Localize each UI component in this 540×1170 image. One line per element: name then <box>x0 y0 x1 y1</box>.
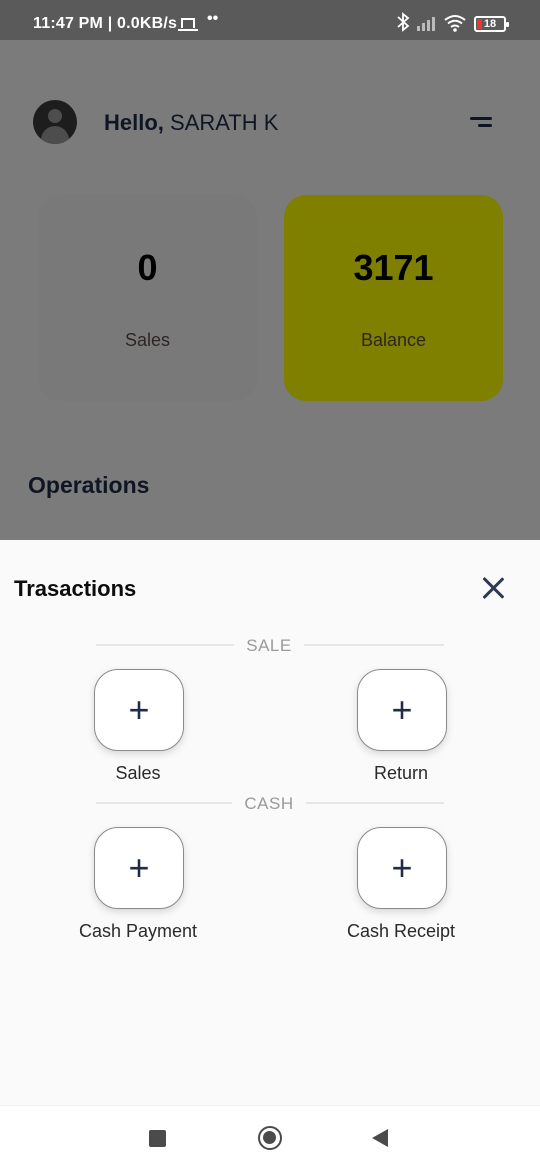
signal-icon <box>417 17 435 31</box>
plus-icon: + <box>391 689 413 730</box>
cash-payment-label: Cash Payment <box>78 921 198 941</box>
sale-divider-left <box>96 644 234 646</box>
sale-section-label: SALE <box>246 636 292 655</box>
battery-icon: 18 <box>474 16 509 32</box>
sales-button[interactable]: + <box>94 669 184 751</box>
modal-overlay[interactable] <box>0 40 540 540</box>
cash-receipt-label: Cash Receipt <box>346 921 456 941</box>
cash-divider-right <box>306 802 444 804</box>
laptop-icon <box>178 18 198 31</box>
plus-icon: + <box>391 847 413 888</box>
plus-icon: + <box>128 847 150 888</box>
cash-divider-left <box>96 802 232 804</box>
recents-icon[interactable] <box>149 1130 166 1147</box>
sheet-title: Trasactions <box>14 576 137 601</box>
cash-receipt-button[interactable]: + <box>357 827 447 909</box>
back-icon[interactable] <box>372 1129 388 1147</box>
cash-section-label: CASH <box>244 794 294 813</box>
return-button[interactable]: + <box>357 669 447 751</box>
notification-dots: •• <box>207 10 219 27</box>
plus-icon: + <box>128 689 150 730</box>
sales-button-label: Sales <box>115 763 161 783</box>
sale-divider-right <box>304 644 444 646</box>
navigation-bar <box>0 1105 540 1170</box>
status-bar: 11:47 PM | 0.0KB/s •• 18 <box>0 0 540 40</box>
close-icon[interactable] <box>480 575 506 601</box>
wifi-icon <box>444 15 466 32</box>
battery-level: 18 <box>483 18 497 30</box>
return-button-label: Return <box>373 763 429 783</box>
bluetooth-icon <box>397 12 410 32</box>
status-time: 11:47 PM | 0.0KB/s <box>33 15 178 32</box>
cash-payment-button[interactable]: + <box>94 827 184 909</box>
home-icon[interactable] <box>258 1126 282 1150</box>
transactions-sheet: Trasactions SALE + Sales + Return CASH +… <box>0 540 540 1105</box>
